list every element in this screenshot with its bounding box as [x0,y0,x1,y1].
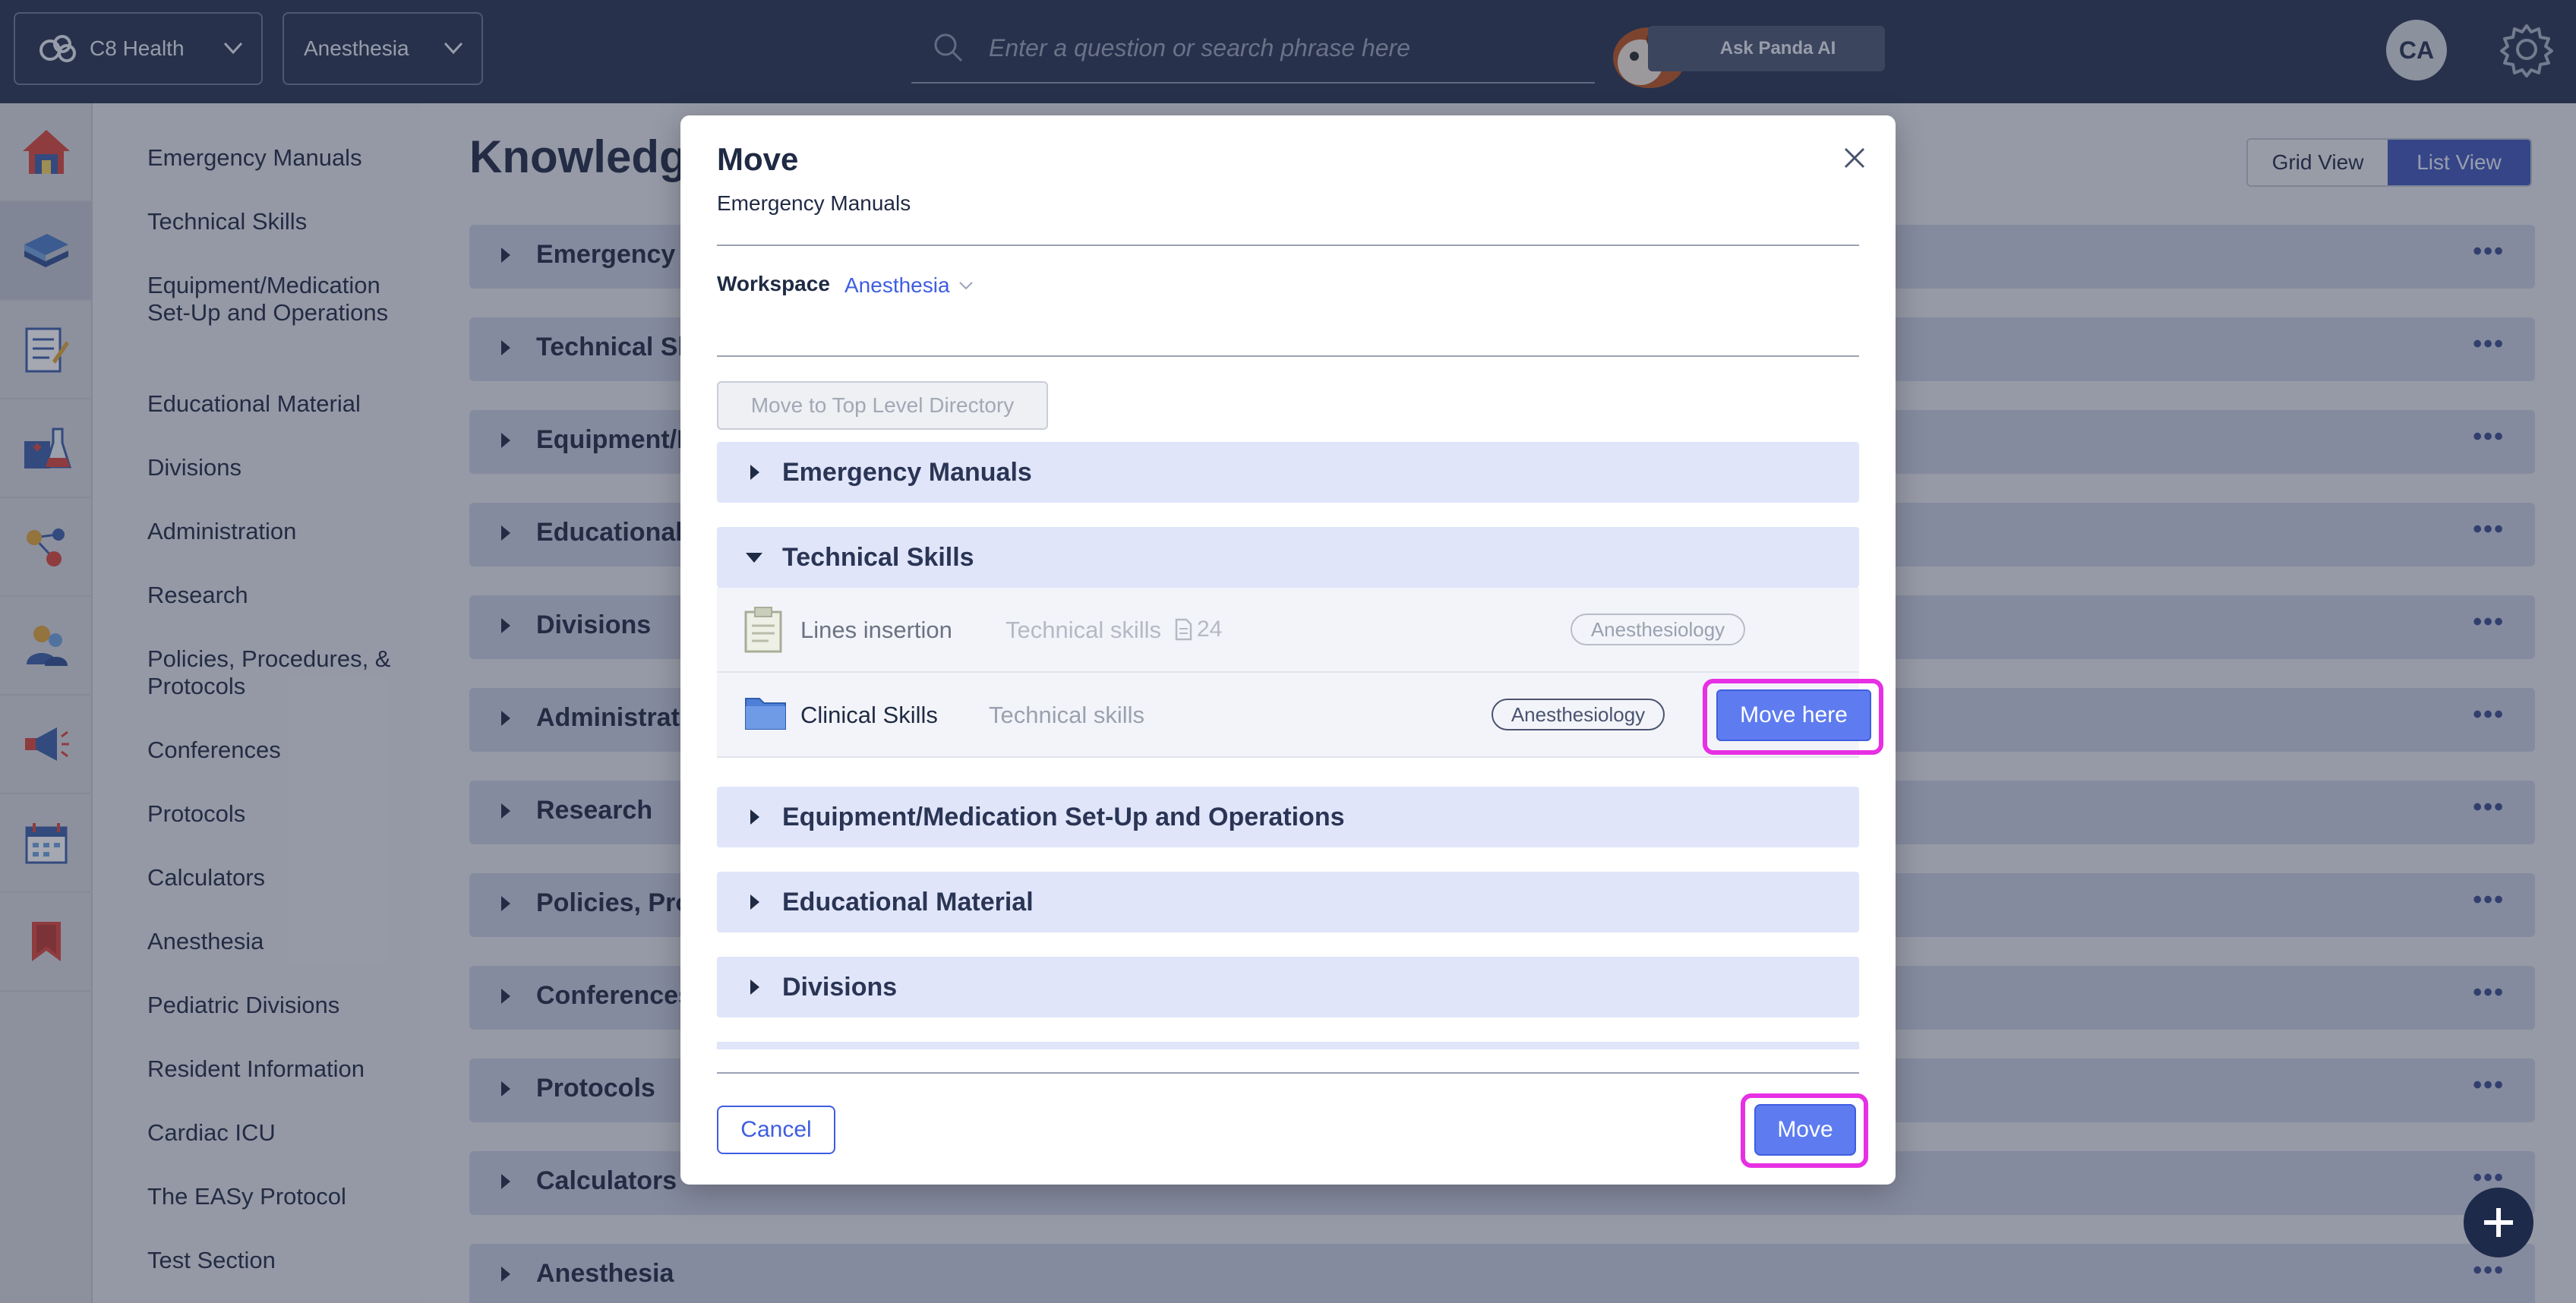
expand-caret-icon [750,809,759,825]
item-name: Clinical Skills [800,702,938,728]
folder-icon [745,698,786,730]
move-to-top-level-button[interactable]: Move to Top Level Directory [717,381,1048,430]
divider [717,355,1859,357]
plus-icon [2484,1208,2513,1237]
tag-badge: Anesthesiology [1571,614,1745,645]
folder-row-educational-material[interactable]: Educational Material [717,872,1859,932]
expand-caret-icon [750,465,759,480]
workspace-value: Anesthesia [844,273,950,297]
move-here-button[interactable]: Move here [1716,689,1871,741]
move-button[interactable]: Move [1754,1104,1856,1156]
close-icon[interactable] [1839,143,1870,173]
item-name: Lines insertion [800,617,952,643]
add-button[interactable] [2464,1188,2533,1257]
cancel-button[interactable]: Cancel [717,1106,835,1154]
expand-caret-icon [750,894,759,910]
move-dialog: Move Emergency Manuals Workspace Anesthe… [680,115,1896,1185]
folder-row-technical-skills[interactable]: Technical Skills [717,527,1859,588]
child-row-clinical-skills[interactable]: Clinical Skills Technical skills Anesthe… [717,673,1883,758]
document-icon [1175,618,1192,641]
tag-badge: Anesthesiology [1492,699,1665,730]
chevron-down-icon [958,282,973,290]
workspace-label: Workspace [717,272,830,295]
folder-row-equipment[interactable]: Equipment/Medication Set-Up and Operatio… [717,787,1859,847]
folder-row-emergency-manuals[interactable]: Emergency Manuals [717,442,1859,503]
item-path: Technical skills [1005,617,1162,643]
folder-row-divisions[interactable]: Divisions [717,957,1859,1017]
child-row-lines-insertion[interactable]: Lines insertion Technical skills 24 Anes… [717,588,1859,673]
dialog-subtitle: Emergency Manuals [717,191,911,215]
clipboard-doc-icon [744,607,782,653]
divider [717,245,1859,246]
dialog-title: Move [717,141,799,177]
divider [717,1072,1859,1074]
expand-caret-icon [750,980,759,995]
folder-row-partial [717,1042,1859,1049]
collapse-caret-icon [746,553,762,563]
item-count: 24 [1174,617,1222,642]
workspace-dropdown[interactable]: Anesthesia [844,273,974,298]
item-path: Technical skills [989,702,1145,728]
